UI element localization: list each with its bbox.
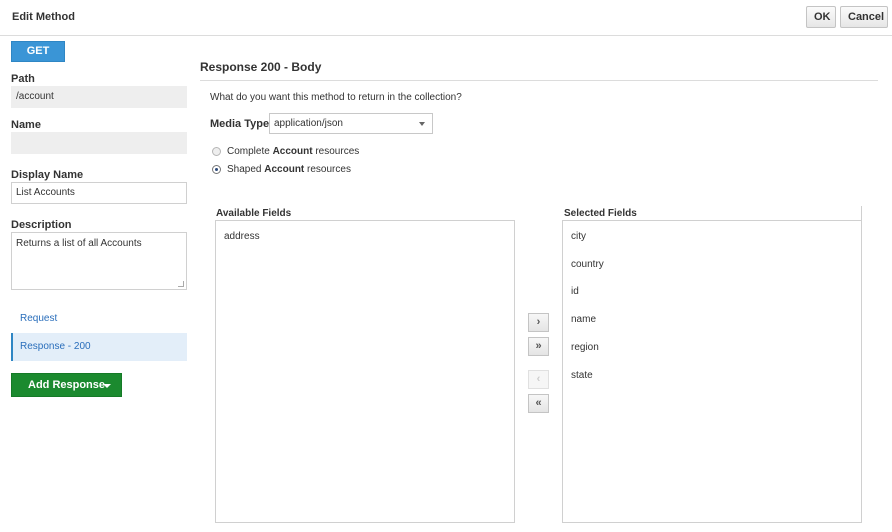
add-response-button[interactable]: Add Response xyxy=(11,373,122,397)
move-all-right-button[interactable]: » xyxy=(528,337,549,356)
radio-label-resource: Account xyxy=(264,164,305,175)
radio-label-suffix: resources xyxy=(304,164,351,175)
available-fields-title: Available Fields xyxy=(216,208,292,219)
radio-button-unselected[interactable] xyxy=(212,147,221,156)
chevron-down-icon xyxy=(419,122,425,126)
cancel-button[interactable]: Cancel xyxy=(840,6,888,28)
dialog-header: Edit Method OK Cancel xyxy=(0,0,892,36)
section-divider xyxy=(200,80,878,81)
resize-grip-icon[interactable] xyxy=(178,281,184,287)
description-label: Description xyxy=(11,219,72,231)
radio-label-prefix: Complete xyxy=(227,146,273,157)
radio-label-prefix: Shaped xyxy=(227,164,265,175)
path-label: Path xyxy=(11,73,35,85)
description-text: Returns a list of all Accounts xyxy=(16,238,142,249)
return-question: What do you want this method to return i… xyxy=(210,92,462,103)
radio-label-resource: Account xyxy=(272,146,313,157)
list-item[interactable]: id xyxy=(571,286,579,297)
available-fields-list[interactable]: address xyxy=(215,220,515,523)
list-item[interactable]: region xyxy=(571,342,599,353)
name-field[interactable] xyxy=(11,132,187,154)
name-label: Name xyxy=(11,119,41,131)
list-item[interactable]: name xyxy=(571,314,596,325)
list-item[interactable]: country xyxy=(571,259,604,270)
move-right-button[interactable]: › xyxy=(528,313,549,332)
move-left-button[interactable]: ‹ xyxy=(528,370,549,389)
path-field: /account xyxy=(11,86,187,108)
nav-item-response-200[interactable]: Response - 200 xyxy=(11,333,187,361)
list-item[interactable]: city xyxy=(571,231,586,242)
media-type-value: application/json xyxy=(274,118,343,129)
radio-button-selected[interactable] xyxy=(212,165,221,174)
selected-fields-list[interactable]: city country id name region state xyxy=(562,220,862,523)
list-item[interactable]: address xyxy=(224,231,260,242)
dialog-title: Edit Method xyxy=(12,11,75,23)
description-field[interactable]: Returns a list of all Accounts xyxy=(11,232,187,290)
move-all-left-button[interactable]: « xyxy=(528,394,549,413)
media-type-select[interactable]: application/json xyxy=(269,113,433,134)
ok-button[interactable]: OK xyxy=(806,6,836,28)
media-type-label: Media Type xyxy=(210,118,270,130)
display-name-field[interactable]: List Accounts xyxy=(11,182,187,204)
method-verb-button[interactable]: GET xyxy=(11,41,65,62)
list-item[interactable]: state xyxy=(571,370,593,381)
selected-fields-title: Selected Fields xyxy=(564,208,637,219)
section-title: Response 200 - Body xyxy=(200,60,322,74)
add-response-label: Add Response xyxy=(28,379,106,391)
nav-item-request[interactable]: Request xyxy=(11,305,187,333)
display-name-label: Display Name xyxy=(11,169,84,181)
radio-label-suffix: resources xyxy=(312,146,360,157)
chevron-down-icon[interactable] xyxy=(103,384,111,388)
